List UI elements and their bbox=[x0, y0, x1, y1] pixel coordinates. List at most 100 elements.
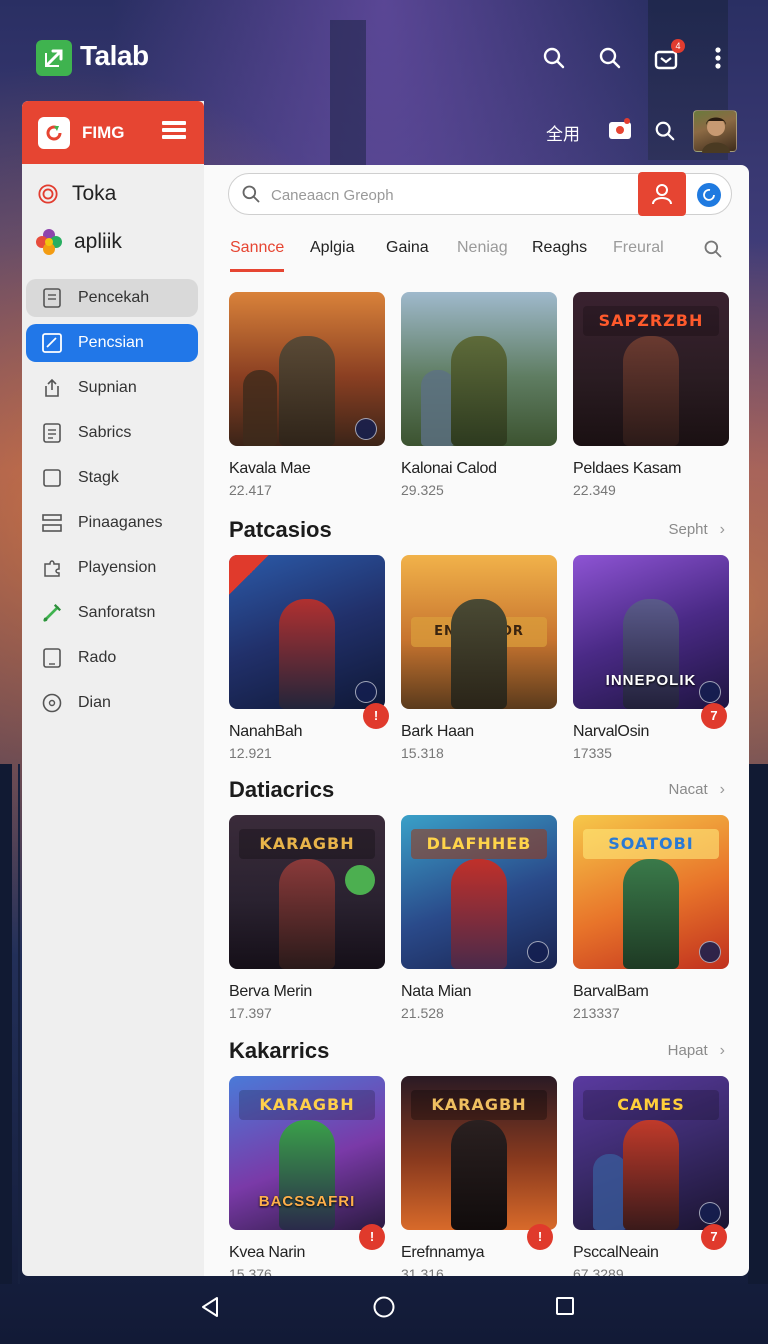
sidebar-item-supnian[interactable]: Supnian bbox=[26, 369, 198, 407]
app-title: Talab bbox=[80, 40, 149, 71]
game-count: 12.921 bbox=[229, 745, 272, 761]
sidebar-item-rado[interactable]: Rado bbox=[26, 639, 198, 677]
share-icon bbox=[42, 378, 62, 398]
game-count: 21.528 bbox=[401, 1005, 444, 1021]
recents-icon[interactable] bbox=[555, 1296, 575, 1321]
system-nav-bar bbox=[0, 1280, 768, 1344]
game-logo-text: KARAGBH bbox=[239, 829, 375, 859]
game-count: 31.316 bbox=[401, 1266, 444, 1276]
game-thumbnail: ENIASHIOR bbox=[401, 555, 557, 709]
search-icon[interactable] bbox=[594, 42, 626, 74]
section-link-label: Sepht bbox=[668, 521, 708, 538]
game-name: Peldaes Kasam bbox=[573, 460, 682, 477]
chevron-right-icon: › bbox=[719, 521, 725, 538]
game-thumbnail bbox=[229, 292, 385, 446]
game-name: Kalonai Calod bbox=[401, 460, 497, 477]
game-card[interactable]: SOATOBI BarvalBam 213337 bbox=[573, 815, 729, 1021]
search-icon[interactable] bbox=[703, 239, 723, 264]
section-see-all-link[interactable]: Hapat › bbox=[668, 1042, 725, 1060]
play-icon bbox=[699, 1202, 721, 1224]
game-card[interactable]: DLAFHHEB Nata Mian 21.528 bbox=[401, 815, 557, 1021]
play-icon bbox=[699, 941, 721, 963]
language-label[interactable]: 全用 bbox=[546, 120, 580, 145]
game-thumbnail: KARAGBH BACSSAFRI bbox=[229, 1076, 385, 1230]
sidebar-item-pencekah[interactable]: Pencekah bbox=[26, 279, 198, 317]
target-icon bbox=[38, 184, 58, 204]
game-count: 213337 bbox=[573, 1005, 620, 1021]
game-logo-text: CAMES bbox=[583, 1090, 719, 1120]
search-icon[interactable] bbox=[538, 42, 570, 74]
avatar[interactable] bbox=[693, 110, 737, 153]
soldier-figure bbox=[623, 859, 679, 969]
game-card[interactable]: KARAGBH Berva Merin 17.397 bbox=[229, 815, 385, 1021]
edit-square-icon bbox=[42, 333, 62, 353]
game-logo-text: BACSSAFRI bbox=[258, 1193, 356, 1210]
section-see-all-link[interactable]: Sepht › bbox=[668, 521, 725, 539]
search-input[interactable] bbox=[271, 183, 631, 207]
profile-search-button[interactable] bbox=[638, 172, 686, 216]
game-count: 17.397 bbox=[229, 1005, 272, 1021]
game-card[interactable]: INNEPOLIK 7 NarvalOsin 17335 bbox=[573, 555, 729, 761]
sidebar-item-dian[interactable]: Dian bbox=[26, 684, 198, 722]
sidebar-item-label: Pencsian bbox=[78, 334, 144, 351]
tab-freural[interactable]: Freural bbox=[613, 239, 664, 269]
camera-icon[interactable] bbox=[608, 118, 632, 145]
soldier-figure bbox=[279, 1120, 335, 1230]
sidebar-item-label: Pinaaganes bbox=[78, 514, 163, 531]
game-thumbnail: SAPZRZBH bbox=[573, 292, 729, 446]
play-icon bbox=[355, 681, 377, 703]
section-link-label: Hapat bbox=[667, 1042, 708, 1059]
soldier-figure bbox=[451, 336, 507, 446]
sidebar-item-pinaaganes[interactable]: Pinaaganes bbox=[26, 504, 198, 542]
sidebar-item-label: Playension bbox=[78, 559, 157, 576]
category-tabs: Sannce Aplgia Gaina Neniag Reaghs Freura… bbox=[230, 239, 723, 275]
tab-sannce[interactable]: Sannce bbox=[230, 239, 285, 272]
sidebar-item-sabrics[interactable]: Sabrics bbox=[26, 414, 198, 452]
info-icon[interactable] bbox=[697, 183, 721, 207]
game-count: 22.417 bbox=[229, 482, 272, 498]
game-card[interactable]: KARAGBH ! Erefnnamya 31.316 bbox=[401, 1076, 557, 1276]
game-logo-text: SAPZRZBH bbox=[583, 306, 719, 336]
home-icon[interactable] bbox=[373, 1296, 395, 1323]
menu-icon[interactable] bbox=[162, 120, 186, 145]
game-card[interactable]: ENIASHIOR Bark Haan 15.318 bbox=[401, 555, 557, 761]
notification-icon[interactable]: 4 bbox=[650, 39, 685, 74]
refresh-icon bbox=[38, 116, 70, 149]
sidebar-item-label: apliik bbox=[74, 230, 122, 253]
game-name: Kavala Mae bbox=[229, 460, 311, 477]
soldier-figure bbox=[623, 1120, 679, 1230]
game-logo-text: SOATOBI bbox=[583, 829, 719, 859]
tab-reaghs[interactable]: Reaghs bbox=[532, 239, 587, 269]
game-card[interactable]: KARAGBH BACSSAFRI ! Kvea Narin 15.376 bbox=[229, 1076, 385, 1276]
tab-aplgia[interactable]: Aplgia bbox=[310, 239, 354, 269]
search-icon[interactable] bbox=[654, 120, 676, 147]
tab-neniag[interactable]: Neniag bbox=[457, 239, 508, 269]
game-card[interactable]: Kalonai Calod 29.325 bbox=[401, 292, 557, 498]
sidebar-item-label: Supnian bbox=[78, 379, 137, 396]
sidebar-item-apliik[interactable]: apliik bbox=[22, 218, 204, 266]
tab-gaina[interactable]: Gaina bbox=[386, 239, 429, 269]
back-icon[interactable] bbox=[200, 1296, 220, 1323]
game-card[interactable]: ! NanahBah 12.921 bbox=[229, 555, 389, 761]
soldier-figure bbox=[279, 599, 335, 709]
sidebar-item-label: Sabrics bbox=[78, 424, 132, 441]
game-count: 15.376 bbox=[229, 1266, 272, 1276]
game-thumbnail: SOATOBI bbox=[573, 815, 729, 969]
sidebar-item-pencsian[interactable]: Pencsian bbox=[26, 324, 198, 362]
game-thumbnail: CAMES bbox=[573, 1076, 729, 1230]
flower-icon bbox=[34, 227, 64, 257]
sidebar-item-sanforatsn[interactable]: Sanforatsn bbox=[26, 594, 198, 632]
chevron-right-icon: › bbox=[719, 781, 725, 798]
more-vertical-icon[interactable] bbox=[702, 42, 734, 74]
game-card[interactable]: SAPZRZBH Peldaes Kasam 22.349 bbox=[573, 292, 729, 498]
sidebar-item-toka[interactable]: Toka bbox=[22, 170, 204, 218]
soldier-figure bbox=[451, 599, 507, 709]
sidebar-item-stagk[interactable]: Stagk bbox=[26, 459, 198, 497]
game-card[interactable]: Kavala Mae 22.417 bbox=[229, 292, 385, 498]
game-card[interactable]: CAMES 7 PsccalNeain 67.3289 bbox=[573, 1076, 729, 1276]
sidebar-header[interactable]: FIMG bbox=[22, 101, 204, 164]
soldier-figure bbox=[623, 336, 679, 446]
play-icon bbox=[527, 941, 549, 963]
sidebar-item-playension[interactable]: Playension bbox=[26, 549, 198, 587]
section-see-all-link[interactable]: Nacat › bbox=[668, 781, 725, 799]
